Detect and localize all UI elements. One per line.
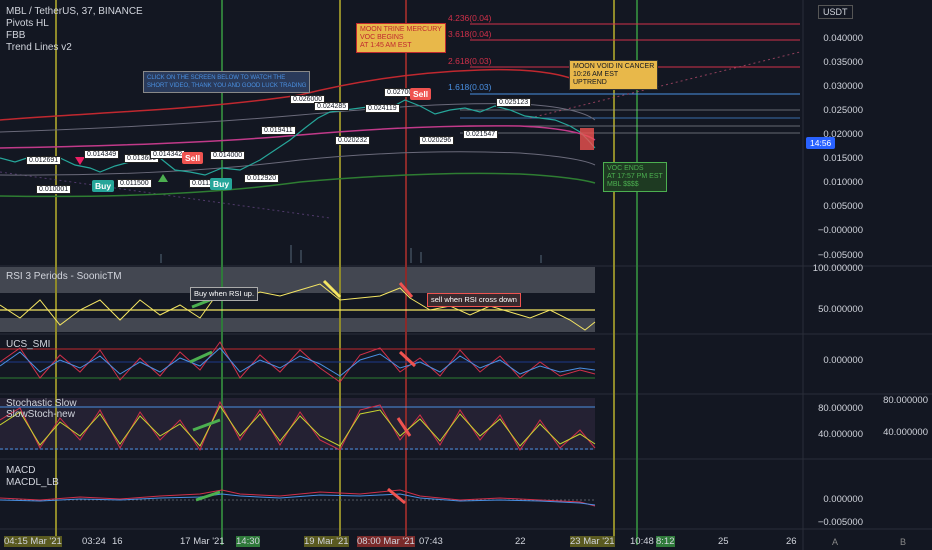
macd-pane-title[interactable]: MACD <box>6 465 35 476</box>
date-tick: 17 Mar '21 <box>180 536 225 547</box>
pivot-price-label: 0.012920 <box>244 174 280 183</box>
price-tick: −0.000000 <box>817 225 863 236</box>
pivot-price-label: 0.011500 <box>117 179 152 188</box>
stoch-tick-right: 80.000000 <box>883 395 928 406</box>
slowstoch-pane-title[interactable]: SlowStoch-new <box>6 409 75 420</box>
voc-ends-note[interactable]: VOC ENDS AT 17:57 PM EST MBL $$$$ <box>603 162 667 192</box>
price-tick: 0.040000 <box>823 33 863 44</box>
symbol-title[interactable]: MBL / TetherUS, 37, BINANCE <box>6 6 143 17</box>
date-tick: 08:00 Mar '21 <box>357 536 415 547</box>
fib-label: 1.618(0.03) <box>448 82 492 92</box>
price-tick: −0.005000 <box>817 250 863 261</box>
price-tick: 0.035000 <box>823 57 863 68</box>
date-tick: 03:24 <box>82 536 106 547</box>
stoch-pane-title[interactable]: Stochastic Slow <box>6 398 77 409</box>
macd-axis[interactable]: 0.000000 −0.005000 <box>803 459 863 529</box>
rsi-axis[interactable]: 100.000000 50.000000 <box>803 263 863 334</box>
rsi-pane-title[interactable]: RSI 3 Periods - SoonicTM <box>6 271 122 282</box>
buy-signal: Buy <box>92 180 115 192</box>
indicator-trend-lines[interactable]: Trend Lines v2 <box>6 42 72 53</box>
price-tick: 0.025000 <box>823 105 863 116</box>
macd-tick: 0.000000 <box>823 494 863 505</box>
smi-pane-title[interactable]: UCS_SMI <box>6 339 50 350</box>
date-tick: 26 <box>786 536 797 547</box>
rsi-sell-note[interactable]: sell when RSI cross down <box>427 293 521 307</box>
date-tick: 25 <box>718 536 729 547</box>
stoch-axis-right[interactable]: 80.000000 40.000000 <box>868 394 928 459</box>
indicator-fbb[interactable]: FBB <box>6 30 25 41</box>
pivot-price-label: 0.014000 <box>210 151 246 160</box>
pivot-price-label: 0.019411 <box>261 126 296 135</box>
video-note[interactable]: CLICK ON THE SCREEN BELOW TO WATCH THE S… <box>143 71 311 93</box>
auto-scale-button[interactable]: A <box>825 535 845 549</box>
moon-void-note[interactable]: MOON VOID IN CANCER 10:26 AM EST UPTREND <box>569 60 659 90</box>
pivot-price-label: 0.021547 <box>463 130 499 139</box>
macd-tick: −0.005000 <box>817 517 863 528</box>
price-tick: 0.015000 <box>823 153 863 164</box>
price-axis[interactable]: 0.040000 0.035000 0.030000 0.025000 0.02… <box>803 0 863 265</box>
current-price-badge: 14:56 <box>806 137 836 149</box>
date-tick: 8:12 <box>656 536 675 547</box>
rsi-tick: 100.000000 <box>812 263 863 274</box>
pivot-price-label: 0.010001 <box>36 185 72 194</box>
price-tick: 0.010000 <box>823 177 863 188</box>
pivot-price-label: 0.014349 <box>84 150 120 159</box>
stoch-tick: 80.000000 <box>818 403 863 414</box>
stoch-tick-right: 40.000000 <box>883 427 928 438</box>
smi-tick: 0.000000 <box>823 355 863 366</box>
pivot-price-label: 0.024285 <box>314 102 350 111</box>
rsi-oversold-zone <box>0 318 595 332</box>
pivot-price-label: 0.020232 <box>335 136 371 145</box>
stoch-tick: 40.000000 <box>818 429 863 440</box>
price-tick: 0.030000 <box>823 81 863 92</box>
sell-signal: Sell <box>182 152 204 164</box>
fib-label: 4.236(0.04) <box>448 13 492 23</box>
buy-signal: Buy <box>210 178 233 190</box>
price-tick: 0.005000 <box>823 201 863 212</box>
rsi-tick: 50.000000 <box>818 304 863 315</box>
date-tick: 10:48 <box>630 536 654 547</box>
fib-label: 2.618(0.03) <box>448 56 492 66</box>
log-scale-button[interactable]: B <box>893 535 913 549</box>
pivot-price-label: 0.025123 <box>496 98 532 107</box>
pivot-price-label: 0.014342 <box>150 150 186 159</box>
fib-label: 3.618(0.04) <box>448 29 492 39</box>
macdl-pane-title[interactable]: MACDL_LB <box>6 477 59 488</box>
stoch-band <box>0 398 595 450</box>
pivot-price-label: 0.020296 <box>419 136 455 145</box>
moon-trine-note[interactable]: MOON TRINE MERCURY VOC BEGINS AT 1:45 AM… <box>356 23 446 53</box>
stoch-axis[interactable]: 80.000000 40.000000 <box>803 394 863 459</box>
date-tick: 19 Mar '21 <box>304 536 349 547</box>
date-tick: 14:30 <box>236 536 260 547</box>
signal-arrows <box>189 279 417 505</box>
pivot-price-label: 0.024119 <box>365 104 400 113</box>
date-tick: 22 <box>515 536 526 547</box>
rsi-buy-note[interactable]: Buy when RSI up. <box>190 287 259 301</box>
date-tick: 04:15 Mar '21 <box>4 536 62 547</box>
date-tick: 23 Mar '21 <box>570 536 615 547</box>
smi-axis[interactable]: 0.000000 <box>803 334 863 394</box>
indicator-pivots-hl[interactable]: Pivots HL <box>6 18 49 29</box>
sell-signal: Sell <box>410 88 432 100</box>
date-tick: 07:43 <box>419 536 443 547</box>
pivot-price-label: 0.012691 <box>26 156 62 165</box>
date-tick: 16 <box>112 536 123 547</box>
